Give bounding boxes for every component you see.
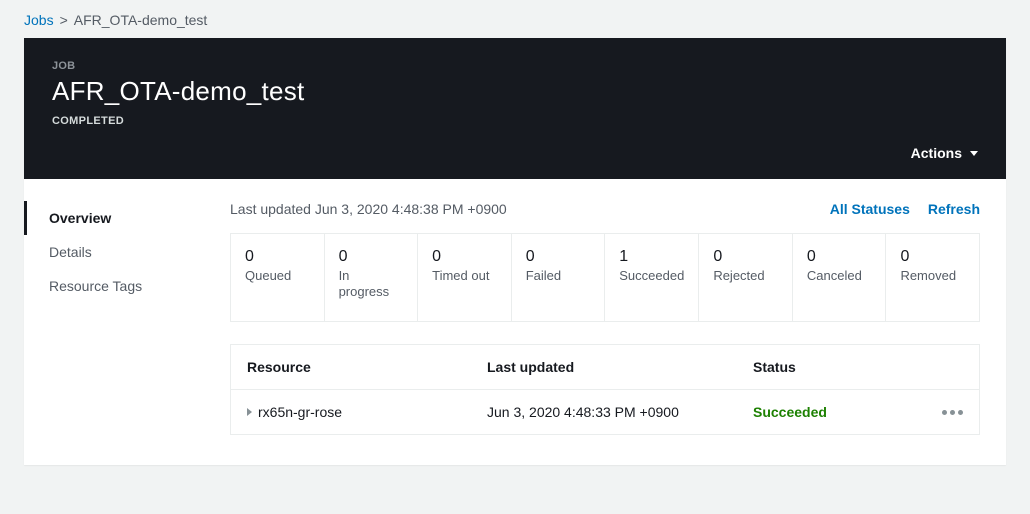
stat-rejected: 0 Rejected	[699, 234, 793, 321]
stat-value: 0	[432, 248, 497, 266]
breadcrumb-current: AFR_OTA-demo_test	[74, 12, 208, 28]
expand-row-icon[interactable]	[247, 408, 252, 416]
col-header-resource: Resource	[247, 359, 487, 375]
table-row: rx65n-gr-rose Jun 3, 2020 4:48:33 PM +09…	[231, 390, 979, 434]
overview-topline: Last updated Jun 3, 2020 4:48:38 PM +090…	[230, 201, 980, 217]
sidebar-item-details[interactable]: Details	[24, 235, 203, 269]
status-badge: COMPLETED	[52, 115, 978, 127]
cell-actions	[923, 410, 963, 415]
stat-value: 0	[713, 248, 778, 266]
sidebar: Overview Details Resource Tags	[24, 179, 204, 465]
job-panel: JOB AFR_OTA-demo_test COMPLETED Actions …	[24, 38, 1006, 465]
stat-label: Failed	[526, 268, 591, 284]
cell-status: Succeeded	[753, 404, 923, 420]
stat-label: Canceled	[807, 268, 872, 284]
stat-value: 0	[526, 248, 591, 266]
breadcrumb: Jobs > AFR_OTA-demo_test	[0, 0, 1030, 38]
refresh-link[interactable]: Refresh	[928, 201, 980, 217]
stat-label: In progress	[339, 268, 404, 299]
stat-canceled: 0 Canceled	[793, 234, 887, 321]
page-title: AFR_OTA-demo_test	[52, 76, 978, 107]
stat-value: 0	[245, 248, 310, 266]
panel-body: Overview Details Resource Tags Last upda…	[24, 179, 1006, 465]
col-header-updated: Last updated	[487, 359, 753, 375]
last-updated-text: Last updated Jun 3, 2020 4:48:38 PM +090…	[230, 201, 507, 217]
page-root: Jobs > AFR_OTA-demo_test JOB AFR_OTA-dem…	[0, 0, 1030, 514]
all-statuses-link[interactable]: All Statuses	[830, 201, 910, 217]
actions-row: Actions	[52, 145, 978, 161]
hero-header: JOB AFR_OTA-demo_test COMPLETED Actions	[24, 38, 1006, 179]
table-header: Resource Last updated Status	[231, 345, 979, 390]
stat-timed-out: 0 Timed out	[418, 234, 512, 321]
stat-value: 0	[900, 248, 965, 266]
stat-value: 0	[807, 248, 872, 266]
col-header-status: Status	[753, 359, 923, 375]
sidebar-item-overview[interactable]: Overview	[24, 201, 203, 235]
resource-table: Resource Last updated Status rx65n-gr-ro…	[230, 344, 980, 435]
hero-eyebrow: JOB	[52, 60, 978, 72]
chevron-down-icon	[970, 151, 978, 156]
chevron-right-icon: >	[60, 12, 68, 28]
actions-button-label: Actions	[911, 145, 962, 161]
sidebar-item-resource-tags[interactable]: Resource Tags	[24, 269, 203, 303]
stat-in-progress: 0 In progress	[325, 234, 419, 321]
stat-label: Queued	[245, 268, 310, 284]
stats-row: 0 Queued 0 In progress 0 Timed out 0 Fai…	[230, 233, 980, 322]
stat-failed: 0 Failed	[512, 234, 606, 321]
breadcrumb-root-link[interactable]: Jobs	[24, 12, 54, 28]
stat-label: Timed out	[432, 268, 497, 284]
stat-value: 0	[339, 248, 404, 266]
cell-resource: rx65n-gr-rose	[247, 404, 487, 420]
actions-button[interactable]: Actions	[911, 145, 978, 161]
cell-updated: Jun 3, 2020 4:48:33 PM +0900	[487, 404, 753, 420]
row-actions-menu-icon[interactable]	[942, 410, 963, 415]
stat-label: Rejected	[713, 268, 778, 284]
stat-queued: 0 Queued	[231, 234, 325, 321]
main-content: Last updated Jun 3, 2020 4:48:38 PM +090…	[204, 179, 1006, 465]
stat-value: 1	[619, 248, 684, 266]
resource-name[interactable]: rx65n-gr-rose	[258, 404, 342, 420]
stat-label: Succeeded	[619, 268, 684, 284]
stat-removed: 0 Removed	[886, 234, 979, 321]
stat-label: Removed	[900, 268, 965, 284]
stat-succeeded: 1 Succeeded	[605, 234, 699, 321]
